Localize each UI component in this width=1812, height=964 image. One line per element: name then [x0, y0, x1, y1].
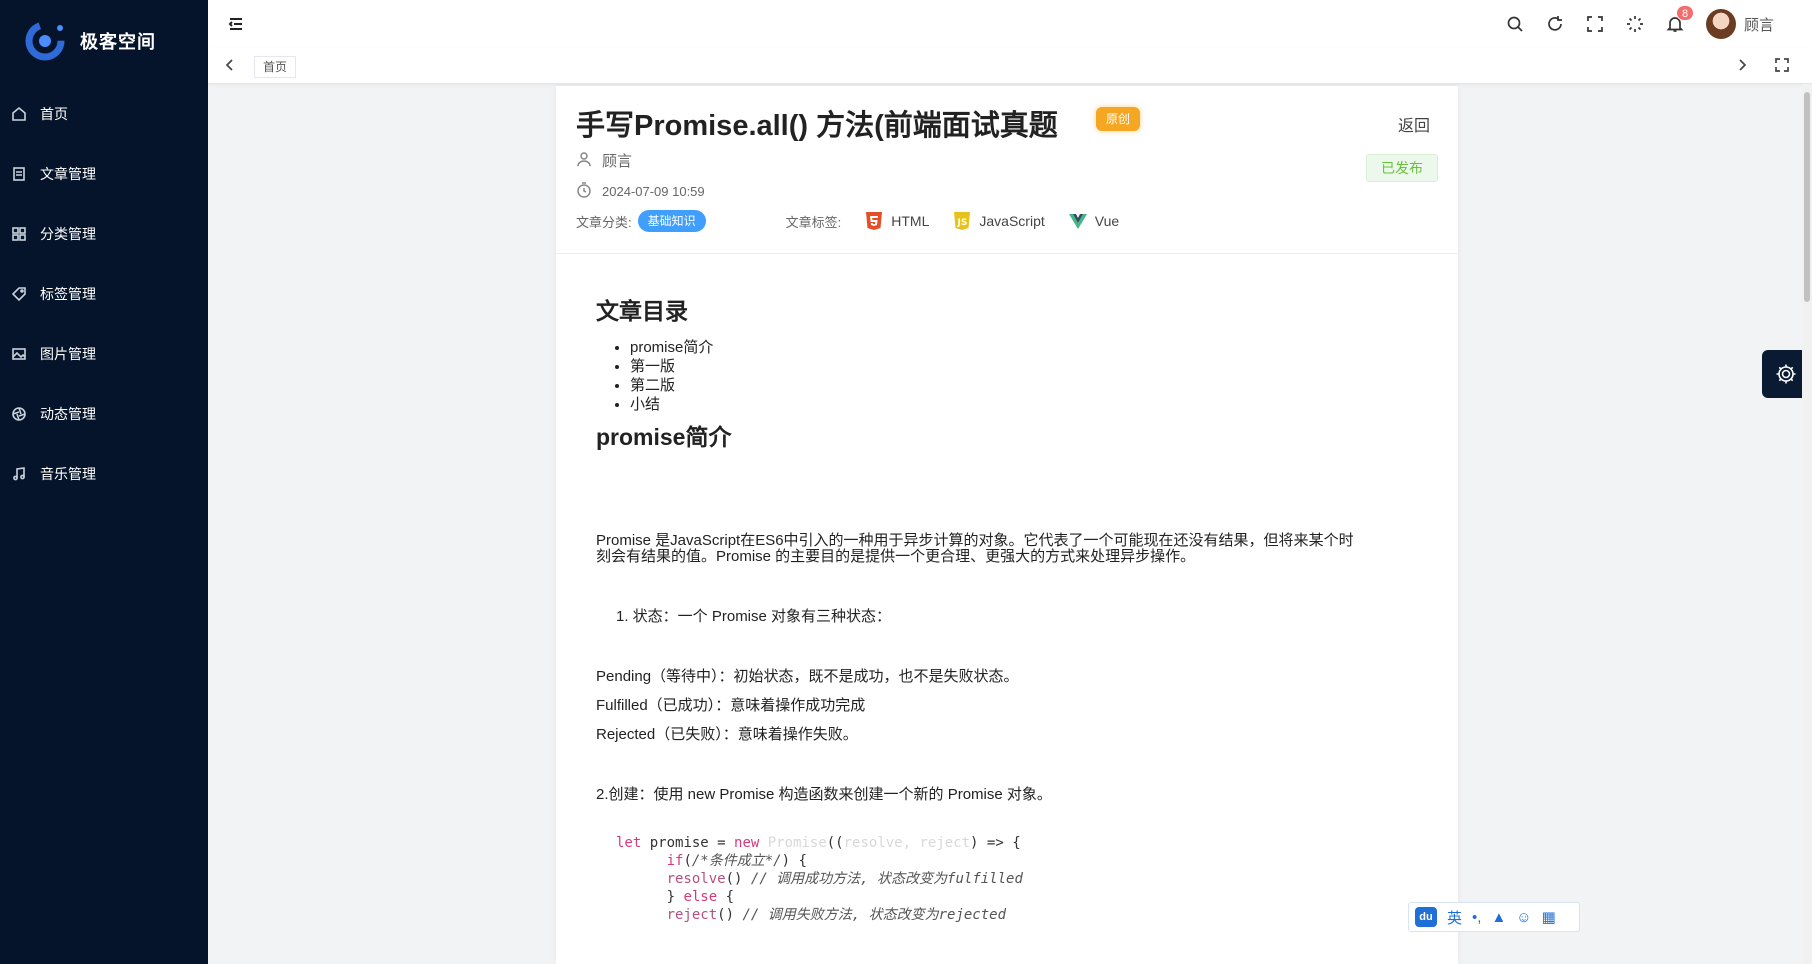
tag-html[interactable]: HTML: [865, 211, 929, 231]
document-icon: [10, 165, 28, 183]
tag-vue[interactable]: Vue: [1068, 213, 1120, 229]
avatar: [1705, 9, 1736, 39]
author-name: 顾言: [602, 153, 633, 170]
tab-home[interactable]: 首页: [254, 56, 297, 78]
javascript-icon: JS: [954, 212, 971, 230]
sidebar-item-label: 文章管理: [40, 166, 96, 182]
toc-item[interactable]: 小结: [630, 395, 713, 414]
tag-label: Vue: [1094, 213, 1120, 229]
clock-icon: [576, 182, 592, 201]
html5-icon: [866, 212, 883, 230]
sidebar-item-moments[interactable]: 动态管理: [0, 384, 208, 444]
original-badge: 原创: [1096, 107, 1141, 131]
code-block: let promise = new Promise((resolve, reje…: [616, 835, 1023, 923]
logo[interactable]: 极客空间: [22, 18, 156, 64]
sidebar-item-label: 音乐管理: [40, 466, 96, 482]
list-item: 1. 状态：一个 Promise 对象有三种状态：: [616, 608, 892, 625]
notification-badge: 8: [1675, 5, 1695, 21]
sidebar-item-label: 图片管理: [40, 346, 96, 362]
sidebar-item-articles[interactable]: 文章管理: [0, 144, 208, 204]
music-icon: [10, 465, 28, 483]
tags-label: 文章标签:: [785, 214, 842, 230]
date-row: 2024-07-09 10:59: [576, 182, 705, 201]
paragraph: 2.创建：使用 new Promise 构造函数来创建一个新的 Promise …: [596, 786, 1052, 803]
tag-label: HTML: [891, 213, 930, 229]
category-tags-row: 文章分类: 基础知识 文章标签: HTML JS JavaScript Vue: [576, 210, 1119, 232]
category-label: 文章分类:: [576, 214, 632, 230]
notification-bell-icon[interactable]: 8: [1666, 5, 1695, 33]
toolbox-icon[interactable]: ▦: [1542, 908, 1556, 926]
paragraph: Rejected（已失败）：意味着操作失败。: [596, 726, 858, 743]
sidebar-item-label: 动态管理: [40, 406, 96, 422]
sidebar-item-label: 标签管理: [40, 286, 96, 302]
sidebar-item-home[interactable]: 首页: [0, 84, 208, 144]
keyboard-mode-icon[interactable]: ▲: [1491, 909, 1506, 926]
sidebar-item-music[interactable]: 音乐管理: [0, 444, 208, 504]
article-title: 手写Promise.all() 方法(前端面试真题: [576, 110, 1058, 142]
app-name: 极客空间: [80, 32, 156, 52]
tag-icon: [10, 285, 28, 303]
home-icon: [10, 105, 28, 123]
baidu-ime-icon[interactable]: du: [1415, 907, 1437, 927]
sidebar-item-tags[interactable]: 标签管理: [0, 264, 208, 324]
loading-spinner-icon[interactable]: [1626, 15, 1644, 33]
toc-heading: 文章目录: [596, 298, 688, 324]
search-icon[interactable]: [1506, 15, 1524, 33]
menu-toggle-icon[interactable]: [226, 14, 246, 34]
punctuation-icon[interactable]: •,: [1472, 909, 1481, 926]
toc-item[interactable]: 第二版: [630, 376, 713, 395]
sidebar-item-categories[interactable]: 分类管理: [0, 204, 208, 264]
category-badge[interactable]: 基础知识: [637, 210, 706, 232]
chevron-right-icon[interactable]: [1734, 57, 1750, 73]
fullscreen-icon[interactable]: [1586, 15, 1604, 33]
user-icon: [576, 151, 592, 171]
sidebar-item-label: 首页: [40, 106, 68, 122]
header-actions: 8 顾言: [1506, 0, 1774, 48]
image-icon: [10, 345, 28, 363]
ime-toolbar: du 英 •, ▲ ☺ ▦: [1408, 902, 1580, 932]
section-heading: promise简介: [596, 424, 732, 450]
article-header: 手写Promise.all() 方法(前端面试真题 原创 返回 已发布 顾言 2…: [556, 86, 1458, 254]
top-header: 8 顾言: [208, 0, 1812, 48]
sidebar-menu: 首页 文章管理 分类管理 标签管理 图片管理 动态管理 音乐管理: [0, 84, 208, 504]
skin-icon[interactable]: ☺: [1516, 909, 1531, 926]
sidebar-item-label: 分类管理: [40, 226, 96, 242]
chevron-left-icon[interactable]: [222, 57, 238, 73]
paragraph-line: 刻会有结果的值。Promise 的主要目的是提供一个更合理、更强大的方式来处理异…: [596, 548, 1196, 565]
refresh-icon[interactable]: [1546, 15, 1564, 33]
toc-item[interactable]: 第一版: [630, 357, 713, 376]
paragraph: Pending（等待中）：初始状态，既不是成功，也不是失败状态。: [596, 668, 1019, 685]
sidebar: 极客空间 首页 文章管理 分类管理 标签管理 图片管理 动态管理 音乐管理: [0, 0, 208, 964]
user-menu[interactable]: 顾言: [1705, 9, 1774, 39]
publish-date: 2024-07-09 10:59: [602, 184, 705, 199]
author-row: 顾言: [576, 150, 632, 171]
aperture-icon: [10, 405, 28, 423]
fullscreen-icon[interactable]: [1774, 57, 1790, 73]
ime-language-toggle[interactable]: 英: [1447, 907, 1462, 928]
tag-javascript[interactable]: JS JavaScript: [953, 211, 1045, 231]
tab-bar: 首页: [208, 48, 1812, 84]
svg-text:JS: JS: [957, 218, 968, 228]
paragraph: Fulfilled（已成功）：意味着操作成功完成: [596, 697, 866, 714]
toc-list: promise简介 第一版 第二版 小结: [630, 338, 713, 414]
page-scrollbar[interactable]: [1802, 84, 1812, 964]
grid-icon: [10, 225, 28, 243]
scrollbar-thumb[interactable]: [1804, 92, 1810, 302]
toc-item[interactable]: promise简介: [630, 338, 713, 357]
sidebar-item-images[interactable]: 图片管理: [0, 324, 208, 384]
gear-icon: [1776, 364, 1796, 384]
vue-icon: [1068, 214, 1087, 229]
back-button[interactable]: 返回: [1398, 112, 1430, 136]
tag-label: JavaScript: [979, 213, 1045, 229]
user-name: 顾言: [1743, 16, 1774, 34]
article-card: 手写Promise.all() 方法(前端面试真题 原创 返回 已发布 顾言 2…: [556, 86, 1458, 964]
logo-icon: [22, 18, 68, 64]
status-badge: 已发布: [1366, 154, 1438, 182]
